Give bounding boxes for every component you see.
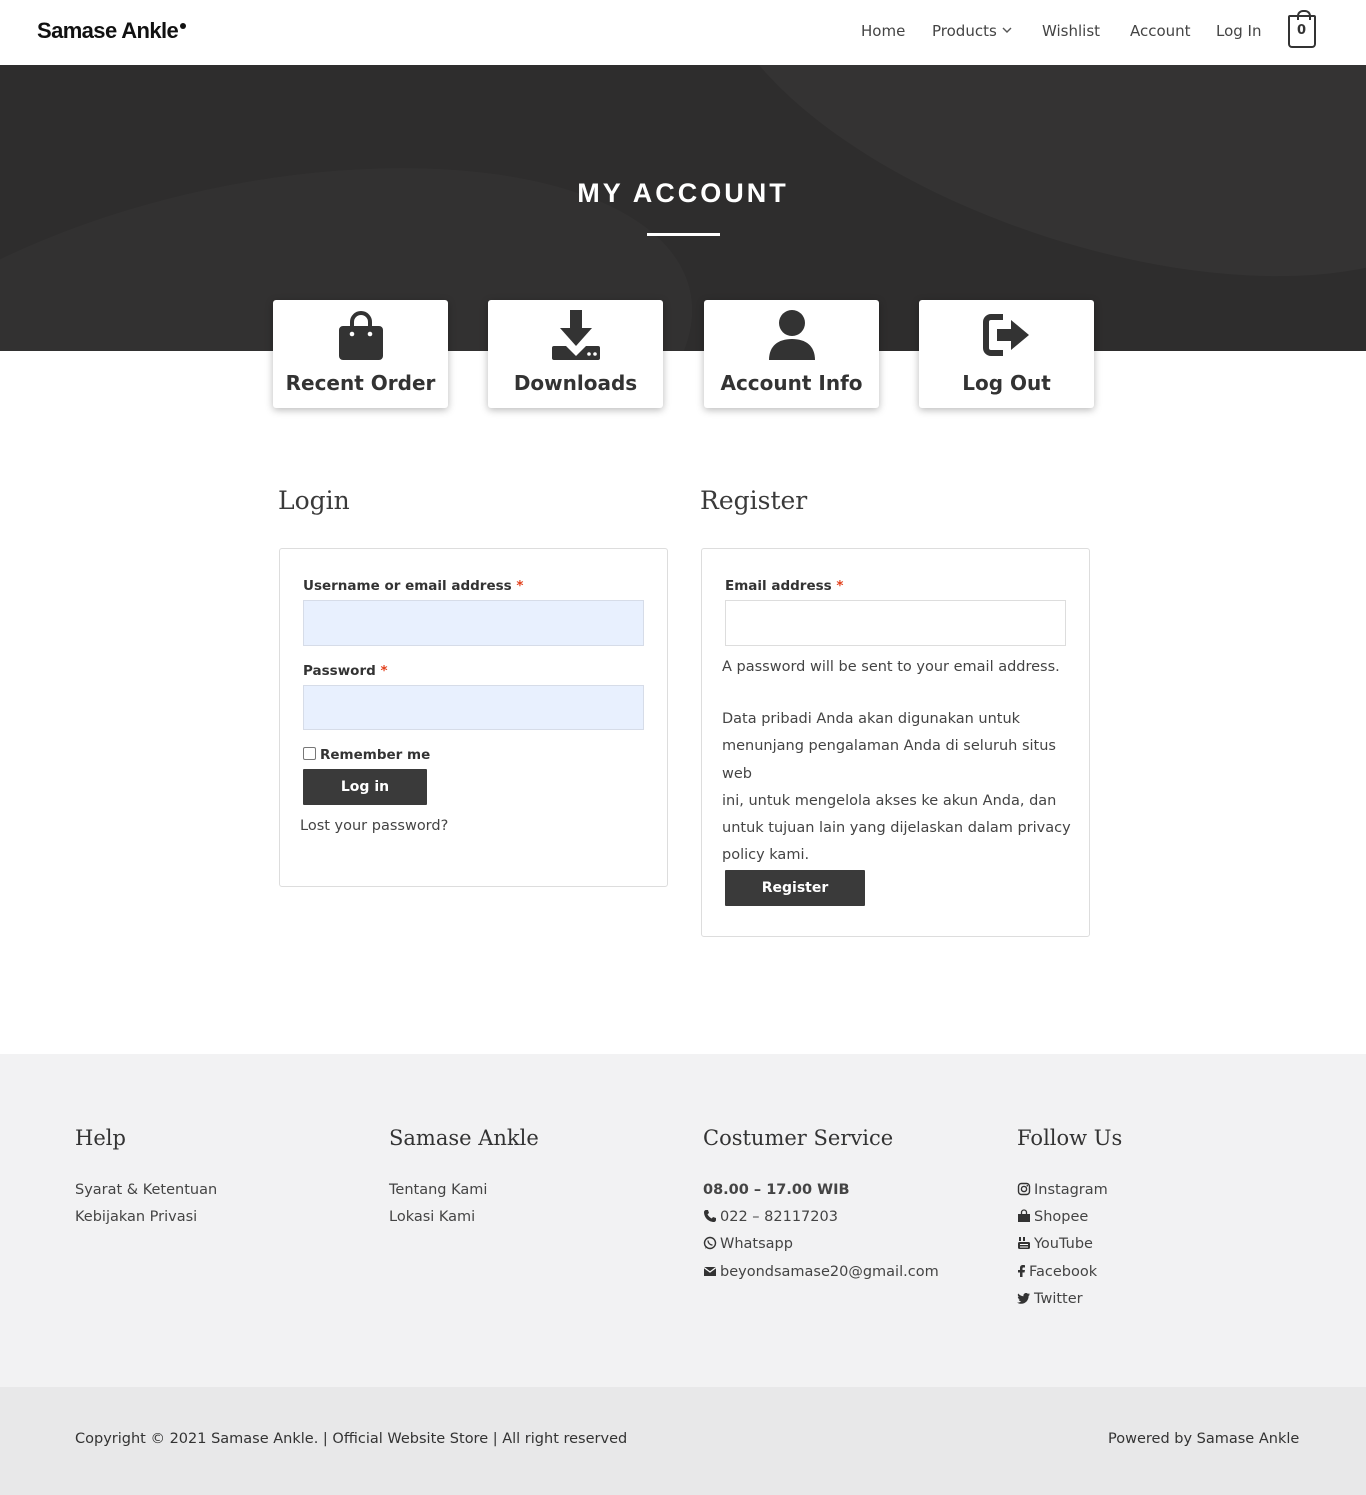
email-address: beyondsamase20@gmail.com [720,1264,939,1280]
card-label: Recent Order [285,371,436,395]
social-twitter[interactable]: Twitter [1017,1291,1083,1307]
copyright-text: Copyright © 2021 Samase Ankle. | Officia… [75,1431,628,1447]
title-divider [647,233,720,236]
footer-follow-title: Follow Us [1017,1126,1123,1150]
card-recent-order[interactable]: Recent Order [273,300,448,408]
envelope-icon [703,1267,717,1276]
footer-link-location[interactable]: Lokasi Kami [389,1209,475,1225]
service-phone[interactable]: 022 – 82117203 [703,1209,838,1225]
card-label: Log Out [962,371,1051,395]
nav-login[interactable]: Log In [1216,22,1262,40]
social-youtube[interactable]: YouTube [1017,1236,1093,1252]
card-label: Downloads [513,371,638,395]
social-label: YouTube [1034,1236,1093,1252]
cart-icon[interactable]: 0 [1288,10,1316,48]
privacy-line: menunjang pengalaman Anda di seluruh sit… [722,738,1056,782]
logo-text: Samase Ankle [37,18,179,43]
footer-link-about[interactable]: Tentang Kami [389,1182,487,1198]
social-facebook[interactable]: Facebook [1017,1264,1097,1280]
user-icon [769,310,815,360]
phone-icon [704,1210,716,1222]
username-label-text: Username or email address [303,578,512,594]
password-note: A password will be sent to your email ad… [722,659,1060,675]
remember-label[interactable]: Remember me [320,747,430,763]
remember-checkbox[interactable] [303,747,316,760]
card-label: Account Info [720,371,863,395]
social-shopee[interactable]: Shopee [1017,1209,1088,1225]
sign-out-icon [983,314,1029,356]
social-label: Shopee [1034,1209,1089,1225]
register-email-input[interactable] [725,600,1066,646]
card-account-info[interactable]: Account Info [704,300,879,408]
site-footer [0,1054,1366,1387]
social-instagram[interactable]: Instagram [1017,1182,1108,1198]
register-title: Register [700,486,808,515]
whatsapp-text: Whatsapp [720,1236,793,1252]
footer-service-title: Costumer Service [703,1126,894,1150]
username-label: Username or email address * [303,578,523,594]
nav-home[interactable]: Home [861,22,905,40]
site-header: Samase Ankle Home Products Wishlist Acco… [0,0,1366,65]
footer-brand-title: Samase Ankle [389,1126,539,1150]
required-mark: * [516,578,524,594]
service-email[interactable]: beyondsamase20@gmail.com [703,1264,939,1280]
privacy-line: policy kami. [722,847,810,864]
required-mark: * [380,663,388,679]
chevron-down-icon[interactable] [1001,24,1013,36]
page-title: MY ACCOUNT [577,178,789,208]
lost-password-link[interactable]: Lost your password? [300,818,448,834]
social-label: Facebook [1029,1264,1098,1280]
logo-dot [180,23,187,29]
page-hero: MY ACCOUNT [0,65,1366,351]
card-log-out[interactable]: Log Out [919,300,1094,408]
password-label-text: Password [303,663,376,679]
nav-account[interactable]: Account [1130,22,1191,40]
login-button[interactable]: Log in [303,769,427,805]
social-label: Twitter [1034,1291,1083,1307]
email-label: Email address * [725,578,843,594]
twitter-icon [1017,1293,1030,1304]
download-icon [552,310,600,360]
phone-number: 022 – 82117203 [720,1209,838,1225]
service-hours: 08.00 – 17.00 WIB [703,1182,850,1198]
login-title: Login [278,486,350,515]
footer-help-title: Help [75,1126,126,1150]
footer-link-privacy[interactable]: Kebijakan Privasi [75,1209,197,1225]
card-downloads[interactable]: Downloads [488,300,663,408]
youtube-icon [1018,1237,1030,1249]
powered-by-text: Powered by Samase Ankle [1108,1431,1300,1447]
privacy-text: Data pribadi Anda akan digunakan untuk m… [722,706,1082,870]
site-logo[interactable]: Samase Ankle [37,18,187,44]
privacy-line: untuk tujuan lain yang dijelaskan dalam … [722,820,1071,837]
password-label: Password * [303,663,388,679]
privacy-line: Data pribadi Anda akan digunakan untuk [722,711,1021,727]
instagram-icon [1017,1182,1031,1196]
required-mark: * [836,578,844,594]
social-label: Instagram [1034,1182,1108,1198]
shopping-bag-icon [1018,1209,1030,1222]
register-button[interactable]: Register [725,870,865,906]
whatsapp-icon [703,1236,717,1250]
footer-link-terms[interactable]: Syarat & Ketentuan [75,1182,217,1198]
password-input[interactable] [303,685,644,730]
username-input[interactable] [303,600,644,646]
email-label-text: Email address [725,578,832,594]
privacy-line: ini, untuk mengelola akses ke akun Anda,… [722,792,1057,809]
facebook-icon [1018,1265,1025,1277]
nav-products[interactable]: Products [932,22,997,40]
nav-wishlist[interactable]: Wishlist [1042,22,1100,40]
shopping-bag-icon [339,311,383,360]
cart-count: 0 [1296,23,1307,38]
service-whatsapp[interactable]: Whatsapp [703,1236,793,1252]
